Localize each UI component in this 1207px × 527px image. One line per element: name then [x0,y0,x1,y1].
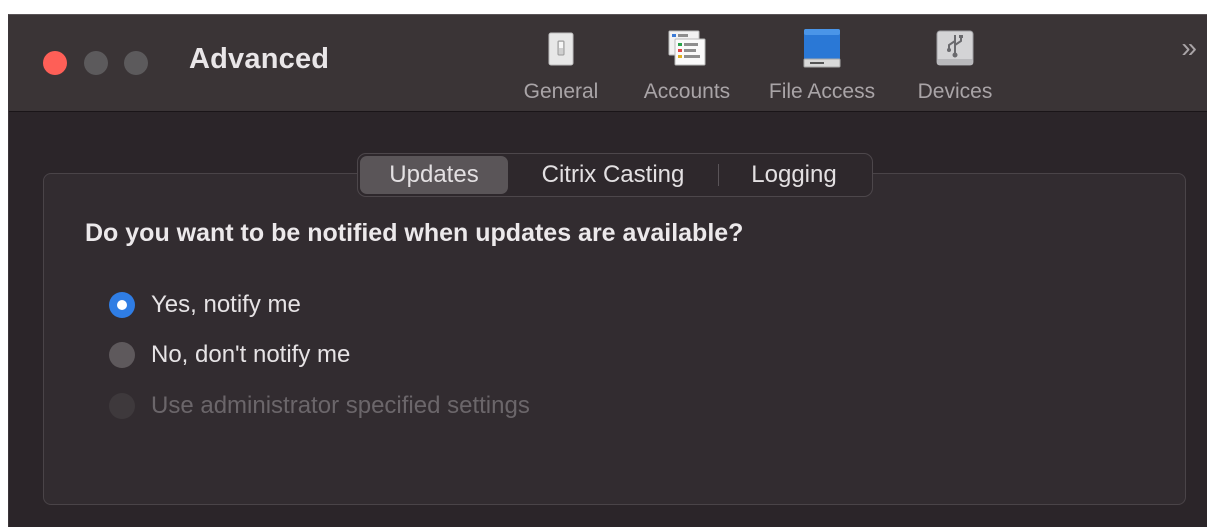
titlebar-toolbar: Advanced General Accounts File Access De… [9,15,1207,112]
radio-option-admin: Use administrator specified settings [109,391,530,421]
usb-icon [936,30,974,66]
toolbar-item-accounts[interactable]: Accounts [629,23,745,107]
radio-label-no: No, don't notify me [151,341,351,368]
toolbar-item-devices[interactable]: Devices [905,23,1005,107]
drive-icon [803,29,841,68]
toolbar-item-file-access[interactable]: File Access [757,23,887,107]
toolbar-overflow-icon[interactable]: » [1181,33,1197,63]
preferences-window: Advanced General Accounts File Access De… [8,14,1207,527]
switch-icon [548,32,574,66]
tab-citrix-casting[interactable]: Citrix Casting [508,156,718,194]
radio-button-unchecked[interactable] [109,342,135,368]
toolbar-label-general: General [523,80,599,103]
window-title: Advanced [189,43,330,75]
toolbar-label-devices: Devices [917,80,993,103]
tab-logging[interactable]: Logging [719,156,869,194]
updates-question: Do you want to be notified when updates … [85,219,744,247]
tab-control: Updates Citrix Casting Logging [357,153,873,197]
radio-option-yes[interactable]: Yes, notify me [109,290,301,320]
toolbar-label-accounts: Accounts [643,80,731,103]
zoom-button[interactable] [124,51,148,75]
toolbar-label-file-access: File Access [768,80,876,103]
minimize-button[interactable] [84,51,108,75]
toolbar-item-general[interactable]: General [511,23,611,107]
radio-option-no[interactable]: No, don't notify me [109,340,350,370]
radio-label-yes: Yes, notify me [151,291,301,318]
radio-button-checked[interactable] [109,292,135,318]
radio-button-disabled [109,393,135,419]
close-button[interactable] [43,51,67,75]
accounts-icon [668,30,706,66]
tab-updates[interactable]: Updates [360,156,508,194]
radio-label-admin: Use administrator specified settings [151,392,530,419]
